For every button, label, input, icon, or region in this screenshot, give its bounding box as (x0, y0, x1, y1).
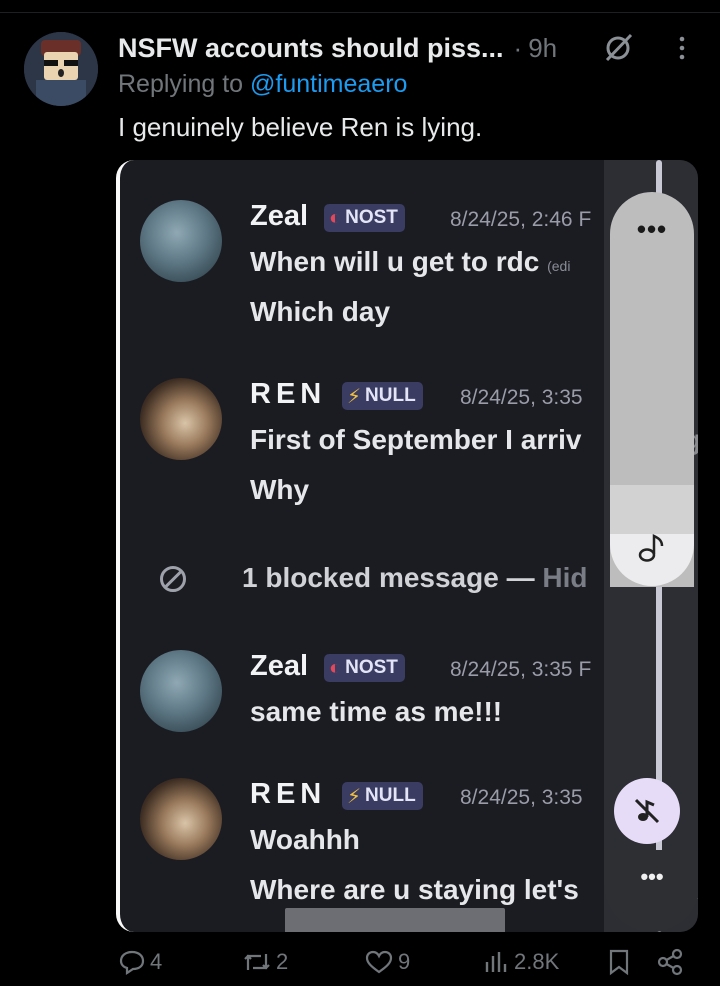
message-line: Where are u staying let's (250, 874, 579, 905)
music-note-icon (638, 533, 664, 562)
message-time: 8/24/25, 3:35 (460, 786, 583, 809)
bookmark-button[interactable] (606, 948, 636, 976)
message-avatar (140, 650, 222, 732)
user-tag: ⚡ NULL (342, 382, 423, 410)
tweet-text: I genuinely believe Ren is lying. (118, 112, 483, 142)
replying-handle[interactable]: @funtimeaero (250, 70, 407, 98)
tweet-media[interactable]: Zeal ◐ NOST 8/24/25, 2:46 F When will u g… (116, 160, 698, 932)
message-author: REN (250, 778, 327, 810)
tweet-actions: 4 2 9 2.8K (0, 948, 720, 986)
repost-button[interactable]: 2 (242, 948, 288, 976)
more-options-icon[interactable] (668, 34, 696, 62)
volume-menu-icon[interactable]: ••• (610, 214, 694, 245)
message-line: Why (250, 474, 310, 505)
mute-button[interactable] (614, 778, 680, 844)
message-line: Woahhh (250, 824, 360, 855)
tweet-time[interactable]: 9h (528, 33, 557, 64)
top-divider (0, 12, 720, 13)
reply-button[interactable]: 4 (118, 948, 162, 976)
share-icon (657, 948, 683, 976)
share-button[interactable] (656, 948, 688, 976)
tag-icon: ◐ (329, 656, 342, 679)
user-tag: ⚡ NULL (342, 782, 423, 810)
message-time: 8/24/25, 2:46 F (450, 208, 592, 231)
message-author: Zeal (250, 650, 309, 682)
user-tag: ◐ NOST (324, 654, 405, 682)
reply-count: 4 (150, 949, 163, 974)
views-icon (485, 952, 507, 972)
like-count: 9 (398, 949, 411, 974)
tag-icon: ⚡ (347, 785, 362, 808)
message-line: same time as me!!! (250, 696, 503, 727)
author-name[interactable]: NSFW accounts should piss... (118, 33, 504, 64)
tag-icon: ◐ (329, 206, 342, 229)
message-avatar (140, 778, 222, 860)
cropped-bar (285, 908, 505, 932)
author-avatar[interactable] (24, 32, 98, 106)
message-author: Zeal (250, 200, 309, 232)
message-line: Which day (250, 296, 391, 327)
replying-to: Replying to @funtimeaero (118, 70, 407, 99)
bookmark-icon (609, 949, 629, 976)
heart-icon (365, 950, 393, 974)
repost-count: 2 (276, 949, 289, 974)
edited-label: (edi (547, 258, 571, 274)
repost-icon (244, 954, 270, 970)
replying-prefix: Replying to (118, 70, 251, 98)
music-off-icon (634, 798, 660, 824)
blocked-message[interactable]: 1 blocked message — Hid (242, 562, 587, 594)
volume-more-icon[interactable]: ••• (604, 864, 698, 890)
message-avatar (140, 378, 222, 460)
blocked-icon (160, 566, 186, 592)
separator-dot: · (513, 32, 523, 63)
views-button[interactable]: 2.8K (482, 948, 559, 976)
user-tag: ◐ NOST (324, 204, 405, 232)
tag-icon: ⚡ (347, 385, 362, 408)
message-avatar (140, 200, 222, 282)
message-time: 8/24/25, 3:35 (460, 386, 583, 409)
grok-icon[interactable] (602, 32, 634, 64)
message-line: When will u get to rdc (edi (250, 246, 571, 277)
message-author: REN (250, 378, 327, 410)
message-line: First of September I arriv (250, 424, 582, 455)
like-button[interactable]: 9 (364, 948, 410, 976)
message-time: 8/24/25, 3:35 F (450, 658, 592, 681)
reply-icon (119, 950, 145, 976)
view-count: 2.8K (514, 949, 560, 974)
